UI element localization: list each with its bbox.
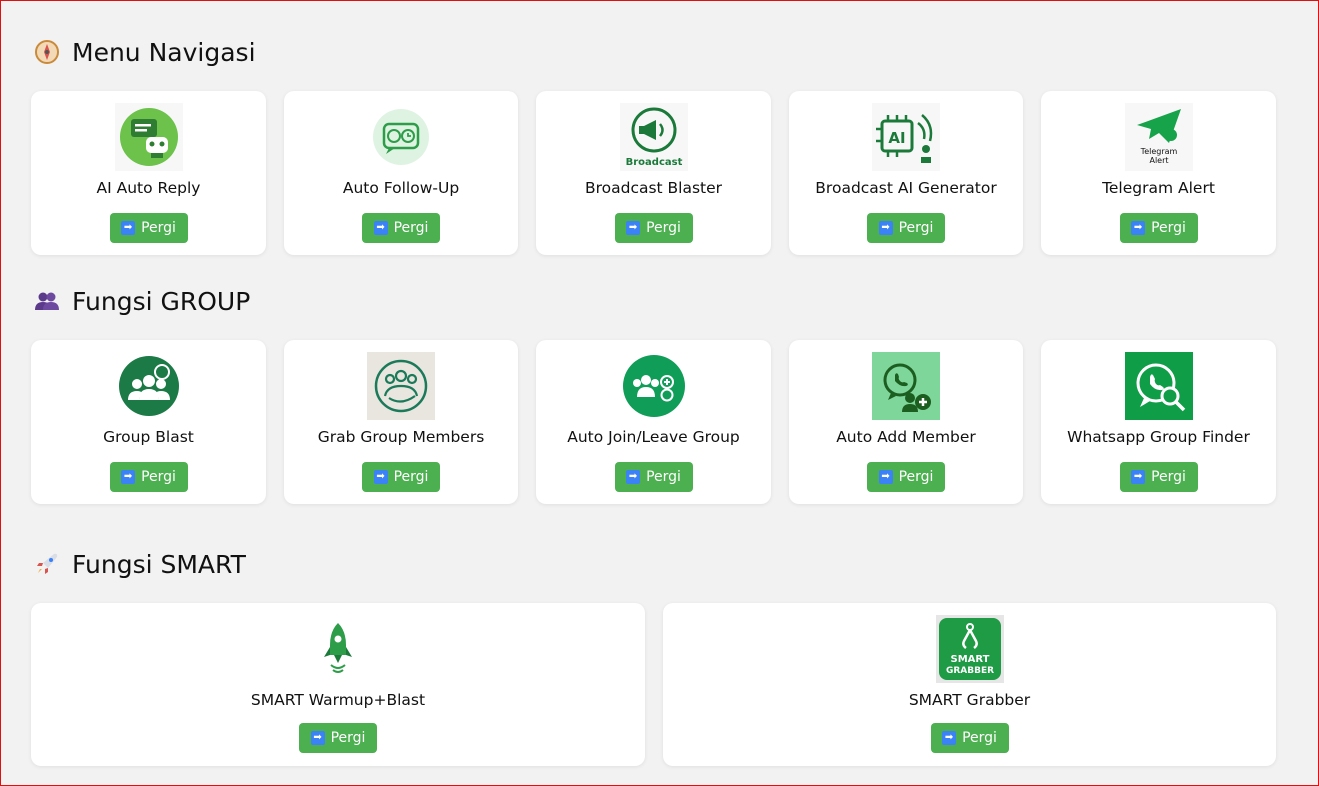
card-whatsapp-group-finder: Whatsapp Group Finder ➡ Pergi: [1041, 340, 1276, 504]
button-label: Pergi: [141, 220, 176, 236]
join-leave-icon: [619, 352, 688, 420]
button-label: Pergi: [1151, 220, 1186, 236]
grab-members-icon: [367, 352, 435, 420]
pergi-button[interactable]: ➡ Pergi: [614, 462, 693, 492]
pergi-button[interactable]: ➡ Pergi: [614, 213, 693, 243]
telegram-alert-icon: Telegram Alert: [1124, 103, 1193, 171]
arrow-right-icon: ➡: [878, 221, 893, 235]
card-label: Auto Join/Leave Group: [567, 428, 740, 446]
card-label: Group Blast: [103, 428, 194, 446]
button-label: Pergi: [1151, 469, 1186, 485]
compass-icon: [34, 39, 60, 65]
icon-text: Telegram: [1139, 147, 1177, 156]
icon-text: Broadcast: [625, 157, 682, 168]
pergi-button[interactable]: ➡ Pergi: [867, 213, 945, 243]
card-label: Telegram Alert: [1102, 179, 1215, 197]
pergi-button[interactable]: ➡ Pergi: [930, 723, 1009, 753]
ai-chip-icon: AI: [872, 103, 940, 171]
card-label: SMART Grabber: [908, 691, 1031, 709]
arrow-right-icon: ➡: [626, 470, 641, 484]
icon-text: AI: [888, 129, 905, 147]
section-title-fungsi-group: Fungsi GROUP: [34, 284, 250, 318]
section-title-text: Menu Navigasi: [72, 37, 256, 67]
button-label: Pergi: [898, 469, 934, 485]
card-auto-add-member: Auto Add Member ➡ Pergi: [789, 340, 1023, 504]
icon-text: SMART: [950, 654, 989, 665]
pergi-button[interactable]: ➡ Pergi: [1119, 213, 1198, 243]
smart-grabber-icon: SMART GRABBER: [935, 615, 1004, 683]
arrow-right-icon: ➡: [942, 731, 957, 745]
card-label: Whatsapp Group Finder: [1067, 428, 1250, 446]
button-label: Pergi: [962, 730, 997, 746]
card-label: Auto Follow-Up: [342, 179, 460, 197]
pergi-button[interactable]: ➡ Pergi: [109, 213, 188, 243]
arrow-right-icon: ➡: [626, 221, 641, 235]
card-group-blast: Group Blast ➡ Pergi: [31, 340, 266, 504]
card-label: Broadcast Blaster: [584, 179, 723, 197]
card-smart-grabber: SMART GRABBER SMART Grabber ➡ Pergi: [663, 603, 1276, 766]
button-label: Pergi: [141, 469, 176, 485]
pergi-button[interactable]: ➡ Pergi: [1119, 462, 1198, 492]
card-broadcast-blaster: Broadcast Broadcast Blaster ➡ Pergi: [536, 91, 771, 255]
card-label: Broadcast AI Generator: [815, 179, 997, 197]
button-label: Pergi: [646, 469, 681, 485]
pergi-button[interactable]: ➡ Pergi: [867, 462, 945, 492]
card-grab-group-members: Grab Group Members ➡ Pergi: [284, 340, 518, 504]
card-telegram-alert: Telegram Alert Telegram Alert ➡ Pergi: [1041, 91, 1276, 255]
section-title-menu-navigasi: Menu Navigasi: [34, 35, 256, 69]
card-auto-join-leave-group: Auto Join/Leave Group ➡ Pergi: [536, 340, 771, 504]
group-finder-icon: [1124, 352, 1193, 420]
card-smart-warmup-blast: SMART Warmup+Blast ➡ Pergi: [31, 603, 645, 766]
card-label: SMART Warmup+Blast: [250, 691, 426, 709]
card-label: AI Auto Reply: [96, 179, 201, 197]
arrow-right-icon: ➡: [1131, 470, 1146, 484]
arrow-right-icon: ➡: [121, 470, 136, 484]
button-label: Pergi: [646, 220, 681, 236]
button-label: Pergi: [898, 220, 934, 236]
section-title-text: Fungsi SMART: [72, 549, 246, 579]
card-broadcast-ai-generator: AI Broadcast AI Generator ➡ Pergi: [789, 91, 1023, 255]
arrow-right-icon: ➡: [373, 470, 388, 484]
card-auto-follow-up: Auto Follow-Up ➡ Pergi: [284, 91, 518, 255]
rocket-icon: [34, 551, 60, 577]
broadcast-icon: Broadcast: [619, 103, 688, 171]
arrow-right-icon: ➡: [1131, 221, 1146, 235]
arrow-right-icon: ➡: [121, 221, 136, 235]
arrow-right-icon: ➡: [373, 221, 388, 235]
card-ai-auto-reply: AI Auto Reply ➡ Pergi: [31, 91, 266, 255]
section-title-fungsi-smart: Fungsi SMART: [34, 547, 246, 581]
arrow-right-icon: ➡: [310, 731, 325, 745]
ai-auto-reply-icon: [114, 103, 183, 171]
icon-text: GRABBER: [945, 666, 993, 676]
button-label: Pergi: [393, 469, 429, 485]
people-icon: [34, 288, 60, 314]
pergi-button[interactable]: ➡ Pergi: [362, 462, 440, 492]
icon-text: Alert: [1149, 156, 1168, 165]
button-label: Pergi: [330, 730, 366, 746]
auto-follow-up-icon: [367, 103, 435, 171]
pergi-button[interactable]: ➡ Pergi: [109, 462, 188, 492]
card-label: Grab Group Members: [317, 428, 485, 446]
section-title-text: Fungsi GROUP: [72, 286, 251, 316]
pergi-button[interactable]: ➡ Pergi: [362, 213, 440, 243]
rocket-icon: [304, 615, 372, 683]
card-label: Auto Add Member: [836, 428, 976, 446]
arrow-right-icon: ➡: [878, 470, 893, 484]
add-member-icon: [872, 352, 940, 420]
group-blast-icon: [114, 352, 183, 420]
button-label: Pergi: [393, 220, 429, 236]
pergi-button[interactable]: ➡ Pergi: [299, 723, 377, 753]
